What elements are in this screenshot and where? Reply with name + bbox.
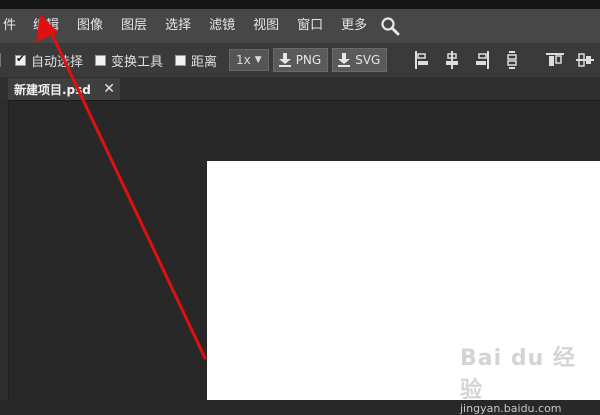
menu-edit[interactable]: 编辑 — [24, 9, 68, 43]
transform-label: 变换工具 — [110, 54, 163, 70]
watermark-url: jingyan.baidu.com — [460, 402, 562, 415]
align-top-icon[interactable] — [542, 48, 568, 72]
menu-bar: 件 编辑 图像 图层 选择 滤镜 视图 窗口 更多 — [0, 9, 600, 43]
scale-dropdown[interactable]: 1x ▼ — [229, 49, 269, 71]
align-middle-v-icon[interactable] — [572, 48, 598, 72]
download-icon — [338, 53, 351, 67]
align-center-h-icon[interactable] — [439, 48, 465, 72]
menu-more[interactable]: 更多 — [332, 9, 376, 43]
distance-label: 距离 — [191, 54, 218, 70]
search-icon[interactable] — [376, 9, 404, 43]
toolbar-edge — [0, 53, 5, 67]
watermark-logo-text: Bai du 经验 — [460, 346, 576, 403]
download-icon — [278, 53, 291, 67]
caret-down-icon: ▼ — [254, 55, 262, 65]
distance-checkbox[interactable]: 距离 — [175, 51, 217, 70]
menu-select[interactable]: 选择 — [156, 9, 200, 43]
export-svg-label: SVG — [355, 53, 381, 67]
align-left-icon[interactable] — [409, 48, 435, 72]
document-tab-bar: 新建项目.psd ✕ — [0, 77, 600, 101]
menu-view[interactable]: 视图 — [244, 9, 288, 43]
align-right-icon[interactable] — [469, 48, 495, 72]
menu-window[interactable]: 窗口 — [288, 9, 332, 43]
options-toolbar: 自动选择 变换工具 距离 1x ▼ PNG SVG — [0, 43, 600, 77]
auto-select-checkbox[interactable]: 自动选择 — [14, 51, 83, 70]
transform-check-box[interactable] — [94, 54, 106, 66]
auto-select-label: 自动选择 — [30, 54, 83, 70]
left-panel-edge — [0, 100, 9, 400]
distance-check-box[interactable] — [175, 54, 186, 66]
menu-layer[interactable]: 图层 — [112, 9, 156, 43]
export-png-button[interactable]: PNG — [272, 48, 329, 72]
menu-image[interactable]: 图像 — [68, 9, 112, 43]
export-svg-button[interactable]: SVG — [332, 48, 388, 72]
tab-new-project[interactable]: 新建项目.psd ✕ — [8, 78, 120, 100]
export-png-label: PNG — [295, 53, 322, 67]
auto-select-check-box[interactable] — [14, 52, 26, 66]
scale-value: 1x — [236, 53, 251, 67]
align-distribute-icon[interactable] — [499, 48, 525, 72]
transform-tool-checkbox[interactable]: 变换工具 — [94, 51, 163, 70]
top-strip — [0, 0, 600, 9]
close-icon[interactable]: ✕ — [103, 81, 115, 97]
baidu-watermark: Bai du 经验 jingyan.baidu.com — [460, 340, 590, 415]
menu-filter[interactable]: 滤镜 — [200, 9, 244, 43]
menu-file[interactable]: 件 — [0, 9, 24, 43]
tab-label: 新建项目.psd — [14, 82, 91, 97]
